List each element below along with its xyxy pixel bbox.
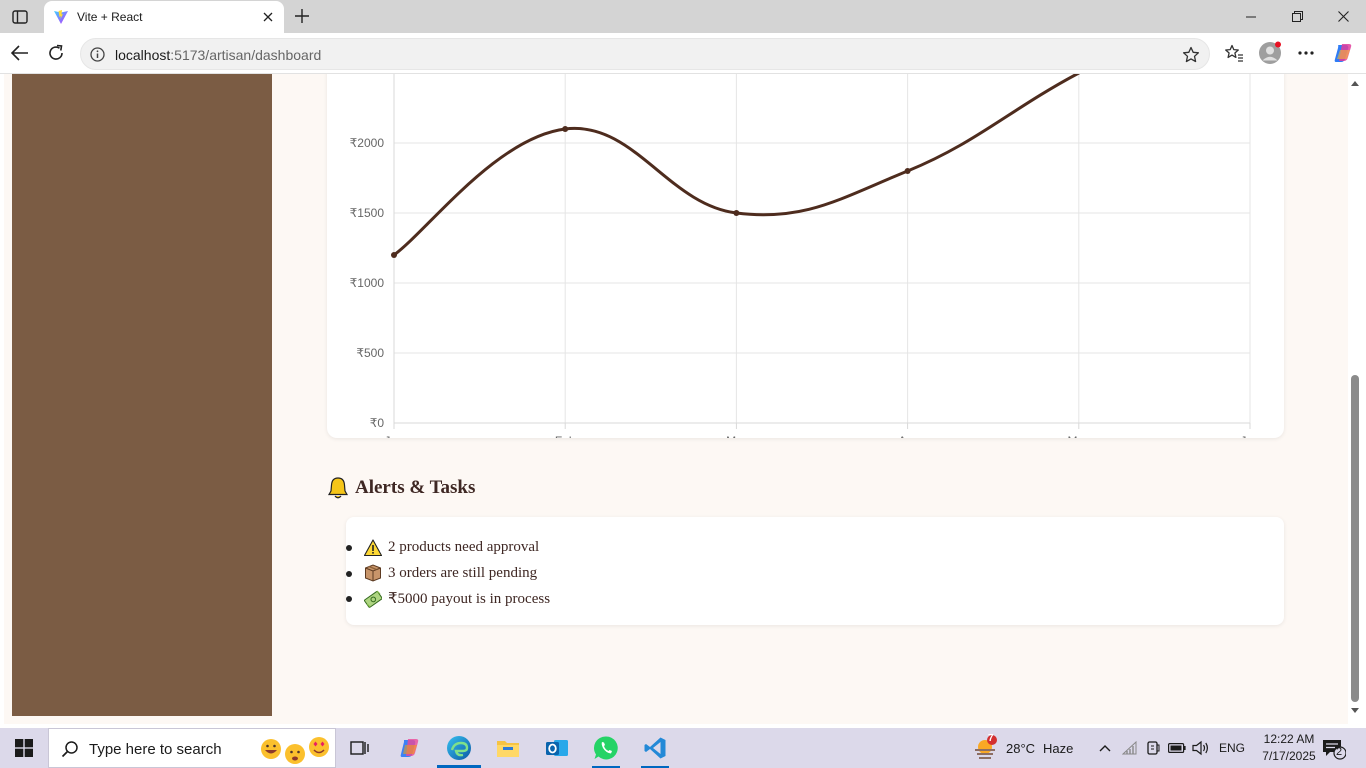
alert-text: 2 products need approval [388, 539, 540, 556]
network-icon[interactable] [1120, 728, 1140, 768]
chevron-up-icon[interactable] [1094, 728, 1116, 768]
x-tick-label: Apr [898, 434, 917, 438]
alert-text: ₹5000 payout is in process [388, 591, 551, 608]
alerts-card: 2 products need approval 3 orders are st… [346, 517, 1284, 625]
minimize-icon[interactable] [1228, 0, 1274, 33]
back-arrow-icon[interactable] [5, 38, 35, 68]
x-tick-label: Jun [1240, 434, 1259, 438]
address-bar[interactable]: localhost:5173/artisan/dashboard [80, 38, 1210, 70]
tab-close-icon[interactable] [260, 9, 276, 25]
clock-date: 7/17/2025 [1262, 749, 1316, 763]
copilot-icon[interactable] [1328, 38, 1358, 68]
alert-item-approval: 2 products need approval [346, 535, 550, 561]
tab-strip: Vite + React [0, 0, 1366, 33]
list-bullet [346, 545, 352, 551]
x-tick-label: Jan [384, 434, 403, 438]
vscode-icon[interactable] [631, 728, 679, 768]
haze-weather-icon: 7 [972, 733, 998, 761]
refresh-icon[interactable] [41, 38, 71, 68]
x-tick-label: Feb [555, 434, 576, 438]
y-tick-label: ₹1500 [350, 206, 385, 220]
url-host: localhost [115, 47, 171, 63]
data-point [904, 168, 911, 174]
money-icon [364, 590, 382, 608]
y-tick-label: ₹500 [356, 346, 384, 360]
sales-chart-card: ₹0 ₹500 ₹1000 ₹1500 ₹2000 Jan Feb Mar Apr May Jun [327, 74, 1284, 438]
taskbar-clock[interactable]: 12:22 AM 7/17/2025 [1255, 731, 1323, 765]
series-line [394, 74, 1081, 257]
warning-icon [364, 539, 382, 556]
dashboard-page: ₹0₹500₹1000₹1500₹2000JanFebMarAprMayJun … [4, 74, 1348, 724]
sales-line-chart: ₹0 ₹500 ₹1000 ₹1500 ₹2000 Jan Feb Mar Apr May Jun [350, 74, 1260, 438]
copilot-taskbar-icon[interactable] [386, 728, 434, 768]
alert-item-orders: 3 orders are still pending [346, 561, 550, 587]
restore-icon[interactable] [1274, 0, 1320, 33]
more-options-icon[interactable] [1291, 38, 1321, 68]
taskbar-search-box[interactable]: Type here to search [48, 728, 336, 768]
url-text: localhost:5173/artisan/dashboard [115, 47, 321, 63]
x-tick-label: Mar [726, 434, 747, 438]
y-tick-label: ₹1000 [350, 276, 385, 290]
windows-taskbar: Type here to search 7 28°C Haze ENG 12:2… [0, 728, 1366, 768]
sidebar-toggle-icon[interactable] [8, 6, 32, 28]
x-tick-label: May [1067, 434, 1090, 438]
browser-tab[interactable]: Vite + React [44, 1, 284, 33]
weather-badge: 7 [988, 733, 994, 744]
scroll-down-arrow-icon[interactable] [1351, 708, 1359, 713]
favorite-star-icon[interactable] [1181, 45, 1201, 65]
device-icon[interactable] [1143, 728, 1163, 768]
alerts-list: 2 products need approval 3 orders are st… [346, 535, 550, 612]
edge-browser-icon[interactable] [435, 728, 483, 768]
side-navigation-panel [12, 74, 272, 716]
browser-toolbar: localhost:5173/artisan/dashboard [0, 33, 1366, 74]
close-window-icon[interactable] [1320, 0, 1366, 33]
emoji-search-highlight-icon [261, 737, 329, 764]
battery-icon[interactable] [1166, 728, 1188, 768]
whatsapp-icon[interactable] [582, 728, 630, 768]
data-point [733, 210, 740, 216]
new-tab-icon[interactable] [290, 5, 314, 27]
outlook-icon[interactable] [533, 728, 581, 768]
y-tick-label: ₹0 [370, 416, 385, 430]
notifications-icon[interactable]: 2 [1322, 738, 1347, 760]
weather-temp: 28°C [1006, 740, 1036, 756]
page-viewport: ₹0₹500₹1000₹1500₹2000JanFebMarAprMayJun … [0, 74, 1366, 724]
alerts-heading: Alerts & Tasks [327, 476, 475, 500]
url-path: :5173/artisan/dashboard [170, 47, 322, 63]
language-indicator[interactable]: ENG [1219, 741, 1245, 755]
y-tick-label: ₹2000 [350, 136, 385, 150]
data-point [391, 252, 397, 258]
windows-start-icon[interactable] [0, 728, 48, 768]
site-info-icon[interactable] [90, 47, 105, 62]
weather-desc: Haze [1043, 740, 1074, 756]
alert-item-payout: ₹5000 payout is in process [346, 586, 550, 612]
list-bullet [346, 570, 352, 577]
task-view-icon[interactable] [336, 728, 384, 768]
vite-logo-icon [54, 10, 68, 24]
profile-avatar[interactable] [1255, 38, 1285, 68]
favorites-icon[interactable] [1219, 38, 1249, 68]
vertical-scrollbar[interactable] [1348, 74, 1362, 724]
clock-time: 12:22 AM [1263, 732, 1315, 746]
search-placeholder: Type here to search [89, 741, 222, 758]
bell-icon [327, 477, 349, 499]
alert-text: 3 orders are still pending [388, 564, 538, 581]
volume-icon[interactable] [1190, 728, 1212, 768]
file-explorer-icon[interactable] [484, 728, 532, 768]
tab-title: Vite + React [77, 10, 143, 24]
scroll-up-arrow-icon[interactable] [1351, 81, 1359, 86]
weather-widget[interactable]: 7 28°C Haze [972, 728, 1073, 768]
alerts-title: Alerts & Tasks [355, 477, 476, 498]
scroll-thumb[interactable] [1351, 375, 1359, 702]
list-bullet [346, 596, 352, 602]
package-icon [365, 564, 381, 582]
notification-count: 2 [1336, 746, 1343, 758]
search-icon [61, 741, 78, 758]
data-point [562, 126, 569, 132]
